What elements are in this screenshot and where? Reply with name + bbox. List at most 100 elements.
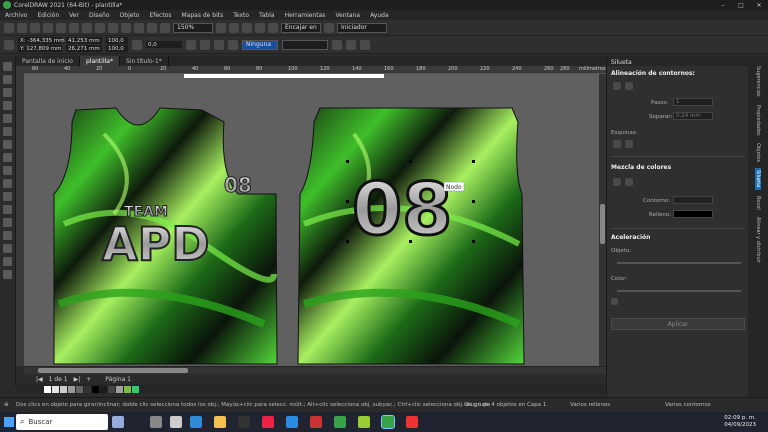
crop-tool-icon[interactable] — [3, 88, 12, 97]
taskbar-search[interactable]: ⌕ Buscar — [16, 414, 108, 430]
menu-efectos[interactable]: Efectos — [144, 12, 176, 19]
drawing-canvas[interactable]: 08 TEAM APD 08 Nodo — [24, 74, 599, 366]
palette-swatch[interactable] — [100, 385, 107, 393]
zoom-tool-icon[interactable] — [3, 101, 12, 110]
snap-to-select[interactable]: Encajar en — [281, 22, 321, 33]
vertical-scroll-thumb[interactable] — [600, 204, 605, 244]
menu-tabla[interactable]: Tabla — [254, 12, 280, 19]
outline-color-swatch[interactable] — [673, 196, 713, 204]
task-view-icon[interactable] — [150, 416, 162, 428]
outline-width-select[interactable]: Ninguna — [242, 39, 278, 50]
steps-field[interactable]: 1 — [673, 98, 713, 106]
palette-swatch[interactable] — [132, 385, 139, 393]
rectangle-tool-icon[interactable] — [3, 140, 12, 149]
open-icon[interactable] — [17, 22, 27, 33]
link-accel-checkbox[interactable] — [611, 298, 618, 305]
object-accel-slider[interactable] — [617, 262, 741, 264]
connector-tool-icon[interactable] — [3, 205, 12, 214]
menu-ver[interactable]: Ver — [64, 12, 84, 19]
menu-objeto[interactable]: Objeto — [115, 12, 145, 19]
horizontal-scrollbar[interactable] — [24, 366, 606, 374]
paste-icon[interactable] — [82, 22, 92, 33]
palette-swatch[interactable] — [124, 385, 131, 393]
corel-font-manager-icon[interactable] — [358, 416, 370, 428]
sidetab-objetos[interactable]: Objetos — [755, 141, 761, 164]
parallel-dimension-tool-icon[interactable] — [3, 192, 12, 201]
redo-icon[interactable] — [108, 22, 118, 33]
drop-shadow-tool-icon[interactable] — [3, 218, 12, 227]
options-gear-icon[interactable] — [324, 22, 334, 33]
tab-sin-titulo[interactable]: Sin título-1* — [120, 56, 169, 66]
color-accel-slider[interactable] — [617, 290, 741, 292]
new-document-icon[interactable] — [4, 22, 14, 33]
object-origin-icon[interactable] — [4, 39, 14, 50]
next-page-icon[interactable]: ▶| — [74, 376, 81, 383]
palette-swatch[interactable] — [116, 385, 123, 393]
zoom-level-select[interactable]: 150% — [173, 22, 213, 33]
chrome-profile-icon[interactable] — [406, 416, 418, 428]
chrome-icon[interactable] — [262, 416, 274, 428]
system-clock[interactable]: 02:09 p. m. 04/09/2023 — [724, 415, 756, 429]
publish-pdf-icon[interactable] — [160, 22, 170, 33]
launch-select[interactable]: Iniciador — [337, 22, 387, 33]
scale-x-field[interactable]: 100,0 — [106, 37, 128, 44]
palette-swatch[interactable] — [108, 385, 115, 393]
contour-inside-icon[interactable] — [613, 82, 621, 90]
palette-swatch[interactable] — [44, 385, 51, 393]
lock-ratio-icon[interactable] — [132, 39, 142, 50]
coreldraw-taskbar-icon[interactable] — [334, 416, 346, 428]
menu-archivo[interactable]: Archivo — [0, 12, 32, 19]
menu-herramientas[interactable]: Herramientas — [280, 12, 331, 19]
outline-width-icon[interactable] — [228, 39, 238, 50]
shape-tool-icon[interactable] — [3, 75, 12, 84]
mail-icon[interactable] — [286, 416, 298, 428]
rulers-icon[interactable] — [229, 22, 239, 33]
menu-edicion[interactable]: Edición — [32, 12, 64, 19]
apply-button[interactable]: Aplicar — [611, 318, 745, 330]
line-style-select[interactable] — [282, 39, 328, 50]
position-x-field[interactable]: X: -364,335 mm — [18, 37, 65, 44]
sidetab-sugerencias[interactable]: Sugerencias — [755, 64, 761, 99]
offset-field[interactable]: 0,24 mm — [673, 112, 713, 120]
menu-texto[interactable]: Texto — [228, 12, 254, 19]
palette-swatch[interactable] — [60, 385, 67, 393]
height-field[interactable]: 26,271 mm — [66, 45, 102, 52]
menu-ayuda[interactable]: Ayuda — [365, 12, 394, 19]
status-outline[interactable]: Varios contornos — [665, 402, 711, 408]
eyedropper-tool-icon[interactable] — [3, 244, 12, 253]
cut-icon[interactable] — [56, 22, 66, 33]
blend-clockwise-icon[interactable] — [625, 178, 633, 186]
text-tool-icon[interactable] — [3, 179, 12, 188]
store-icon[interactable] — [238, 416, 250, 428]
vertical-scrollbar[interactable] — [599, 74, 606, 366]
vertical-ruler[interactable] — [16, 66, 24, 366]
fill-color-swatch[interactable] — [673, 210, 713, 218]
close-button[interactable]: ✕ — [750, 0, 768, 10]
add-tool-icon[interactable] — [3, 270, 12, 279]
zoom-status-icon[interactable]: ⊕ — [4, 402, 9, 408]
guidelines-icon[interactable] — [255, 22, 265, 33]
save-icon[interactable] — [30, 22, 40, 33]
horizontal-ruler[interactable]: 60 40 20 0 20 40 60 80 100 120 140 160 1… — [24, 66, 606, 74]
full-screen-icon[interactable] — [216, 22, 226, 33]
add-page-icon[interactable]: + — [86, 376, 91, 383]
scale-y-field[interactable]: 100,0 — [106, 45, 128, 52]
print-icon[interactable] — [43, 22, 53, 33]
number-big-text[interactable]: 08 — [351, 166, 454, 253]
corner-round-icon[interactable] — [613, 140, 621, 148]
status-fill[interactable]: Varios rellenos — [570, 402, 610, 408]
copy-icon[interactable] — [69, 22, 79, 33]
minimize-button[interactable]: – — [714, 0, 732, 10]
blend-linear-icon[interactable] — [613, 178, 621, 186]
palette-swatch[interactable] — [52, 385, 59, 393]
mirror-vertical-icon[interactable] — [200, 39, 210, 50]
page-tab[interactable]: Página 1 — [105, 376, 131, 383]
edge-browser-icon[interactable] — [190, 416, 202, 428]
chat-icon[interactable] — [170, 416, 182, 428]
wrap-text-icon[interactable] — [214, 39, 224, 50]
interactive-fill-tool-icon[interactable] — [3, 257, 12, 266]
artistic-media-tool-icon[interactable] — [3, 127, 12, 136]
palette-swatch[interactable] — [84, 385, 91, 393]
polygon-tool-icon[interactable] — [3, 166, 12, 175]
menu-ventana[interactable]: Ventana — [330, 12, 365, 19]
